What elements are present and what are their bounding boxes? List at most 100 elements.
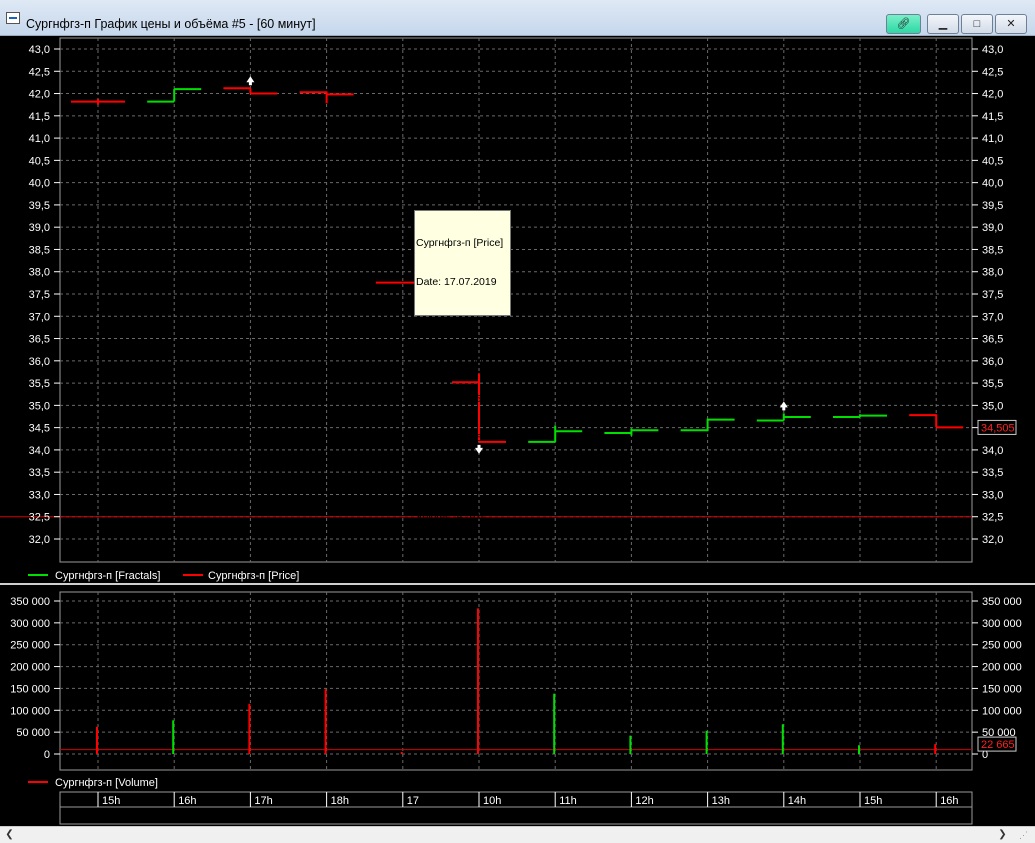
window-title-bar: Сургнфгз-п График цены и объёма #5 - [60… [0,0,1035,36]
legend-fractals-label: Сургнфгз-п [Fractals] [55,570,160,582]
resize-grip-icon[interactable]: ⋰ [1019,828,1033,842]
time-axis-label: 15h [102,795,120,807]
time-axis: 15h 16h 17h 18h 17 10h 11h 12h 13h 14h 15h 16h [59,791,973,825]
price-axis-label-left: 41,5 [29,111,50,123]
fractal-up-icon [779,401,788,411]
volume-axis-label-left: 100 000 [10,705,50,717]
price-axis-label-right: 34,0 [982,445,1003,457]
time-axis-label: 18h [331,795,349,807]
tooltip-date: Date: 17.07.2019 [416,276,497,288]
link-button[interactable]: 🔗︎ [886,14,921,34]
horizontal-scrollbar[interactable]: ❮ ❯ ⋰ [0,826,1035,843]
price-axis-label-right: 33,0 [982,489,1003,501]
price-axis-label-left: 38,5 [29,244,50,256]
volume-axis-label-right: 100 000 [982,705,1022,717]
price-bar [833,414,887,418]
price-axis-label-right: 38,0 [982,267,1003,279]
maximize-button[interactable]: □ [961,14,993,34]
price-axis-label-left: 43,0 [29,44,50,56]
price-axis-label-right: 32,0 [982,534,1003,546]
price-bar [147,88,202,103]
tooltip-close: Close: 37,755 [416,471,481,483]
price-axis-label-left: 34,5 [29,423,50,435]
price-axis-label-left: 40,5 [29,155,50,167]
price-axis-label-left: 41,0 [29,133,50,145]
tooltip-low: Low: 37,755 [416,432,482,444]
price-axis-label-left: 34,0 [29,445,50,457]
volume-panel-frame [59,591,973,771]
price-axis-label-left: 39,5 [29,200,50,212]
price-axis-label-left: 32,5 [29,512,50,524]
price-axis-label-right: 37,5 [982,289,1003,301]
volume-axis-label-left: 0 [44,749,50,761]
app-chart-icon [6,12,20,24]
last-volume-label: 22 665 [981,739,1015,751]
close-icon: ✕ [1006,18,1016,30]
time-axis-label: 11h [559,795,577,807]
tooltip-title: Сургнфгз-п [Price] [416,237,504,249]
link-icon: 🔗︎ [896,18,911,30]
fractal-up-icon [246,76,255,86]
price-axis-label-right: 39,0 [982,222,1003,234]
volume-axis-label-left: 200 000 [10,662,50,674]
scroll-track[interactable] [18,829,993,841]
time-axis-label: 15h [864,795,882,807]
price-axis-label-left: 33,5 [29,467,50,479]
price-axis-label-right: 42,5 [982,66,1003,78]
price-axis-label-left: 33,0 [29,489,50,501]
price-axis-label-right: 32,5 [982,512,1003,524]
price-axis-label-right: 36,5 [982,334,1003,346]
price-axis-label-right: 40,0 [982,178,1003,190]
price-axis-label-left: 40,0 [29,178,50,190]
volume-axis-label-right: 300 000 [982,618,1022,630]
minimize-button[interactable]: ▁ [927,14,959,34]
time-axis-label: 16h [178,795,196,807]
price-axis-label-right: 39,5 [982,200,1003,212]
minimize-icon: ▁ [938,18,948,30]
volume-axis-label-right: 250 000 [982,640,1022,652]
price-axis-label-left: 38,0 [29,267,50,279]
price-axis-label-right: 36,0 [982,356,1003,368]
price-axis-label-left: 35,0 [29,400,50,412]
price-panel-frame [59,37,973,563]
price-axis-label-right: 42,0 [982,89,1003,101]
volume-axis-label-left: 150 000 [10,683,50,695]
volume-axis-label-left: 350 000 [10,596,50,608]
time-axis-label: 13h [712,795,730,807]
window-title: Сургнфгз-п График цены и объёма #5 - [60… [26,17,316,31]
price-tooltip: Сургнфгз-п [Price] Date: 17.07.2019 Time… [414,210,511,522]
tooltip-open: Open: 37,755 [416,354,483,366]
chart-canvas[interactable]: 43,0 43,0 42,5 42,5 42,0 42,0 41,5 41,5 41,0 41,0… [0,36,1035,826]
price-axis-label-right: 40,5 [982,155,1003,167]
scroll-right-icon[interactable]: ❯ [995,828,1010,842]
price-axis-label-right: 43,0 [982,44,1003,56]
price-axis-label-left: 36,0 [29,356,50,368]
price-bar [756,413,811,422]
price-axis-label-left: 36,5 [29,334,50,346]
price-bar [604,428,659,436]
volume-legend: Сургнфгз-п [Volume] [28,777,158,789]
maximize-icon: □ [973,18,981,30]
price-axis-label-right: 41,0 [982,133,1003,145]
volume-axis-label-left: 300 000 [10,618,50,630]
price-bar [223,87,278,95]
price-axis-label-right: 38,5 [982,244,1003,256]
time-axis-frame [59,791,973,825]
price-axis-label-right: 33,5 [982,467,1003,479]
tooltip-high: High: 37,755 [416,393,482,405]
volume-axis-label-right: 350 000 [982,596,1022,608]
scroll-left-icon[interactable]: ❮ [2,828,17,842]
price-axis-label-left: 37,0 [29,311,50,323]
close-button[interactable]: ✕ [995,14,1027,34]
price-bar [299,91,354,104]
last-price-label: 34,505 [981,422,1015,434]
price-axis-label-right: 41,5 [982,111,1003,123]
tooltip-volume: Volume: 4 578 [416,510,484,522]
price-axis-label-left: 35,5 [29,378,50,390]
chart-area[interactable]: 43,0 43,0 42,5 42,5 42,0 42,0 41,5 41,5 41,0 41,0… [0,36,1035,826]
price-legend: Сургнфгз-п [Fractals] Сургнфгз-п [Price] [28,570,299,582]
volume-axis-label-left: 250 000 [10,640,50,652]
time-axis-label: 14h [788,795,806,807]
price-bar [71,98,125,105]
time-axis-label: 17h [254,795,272,807]
